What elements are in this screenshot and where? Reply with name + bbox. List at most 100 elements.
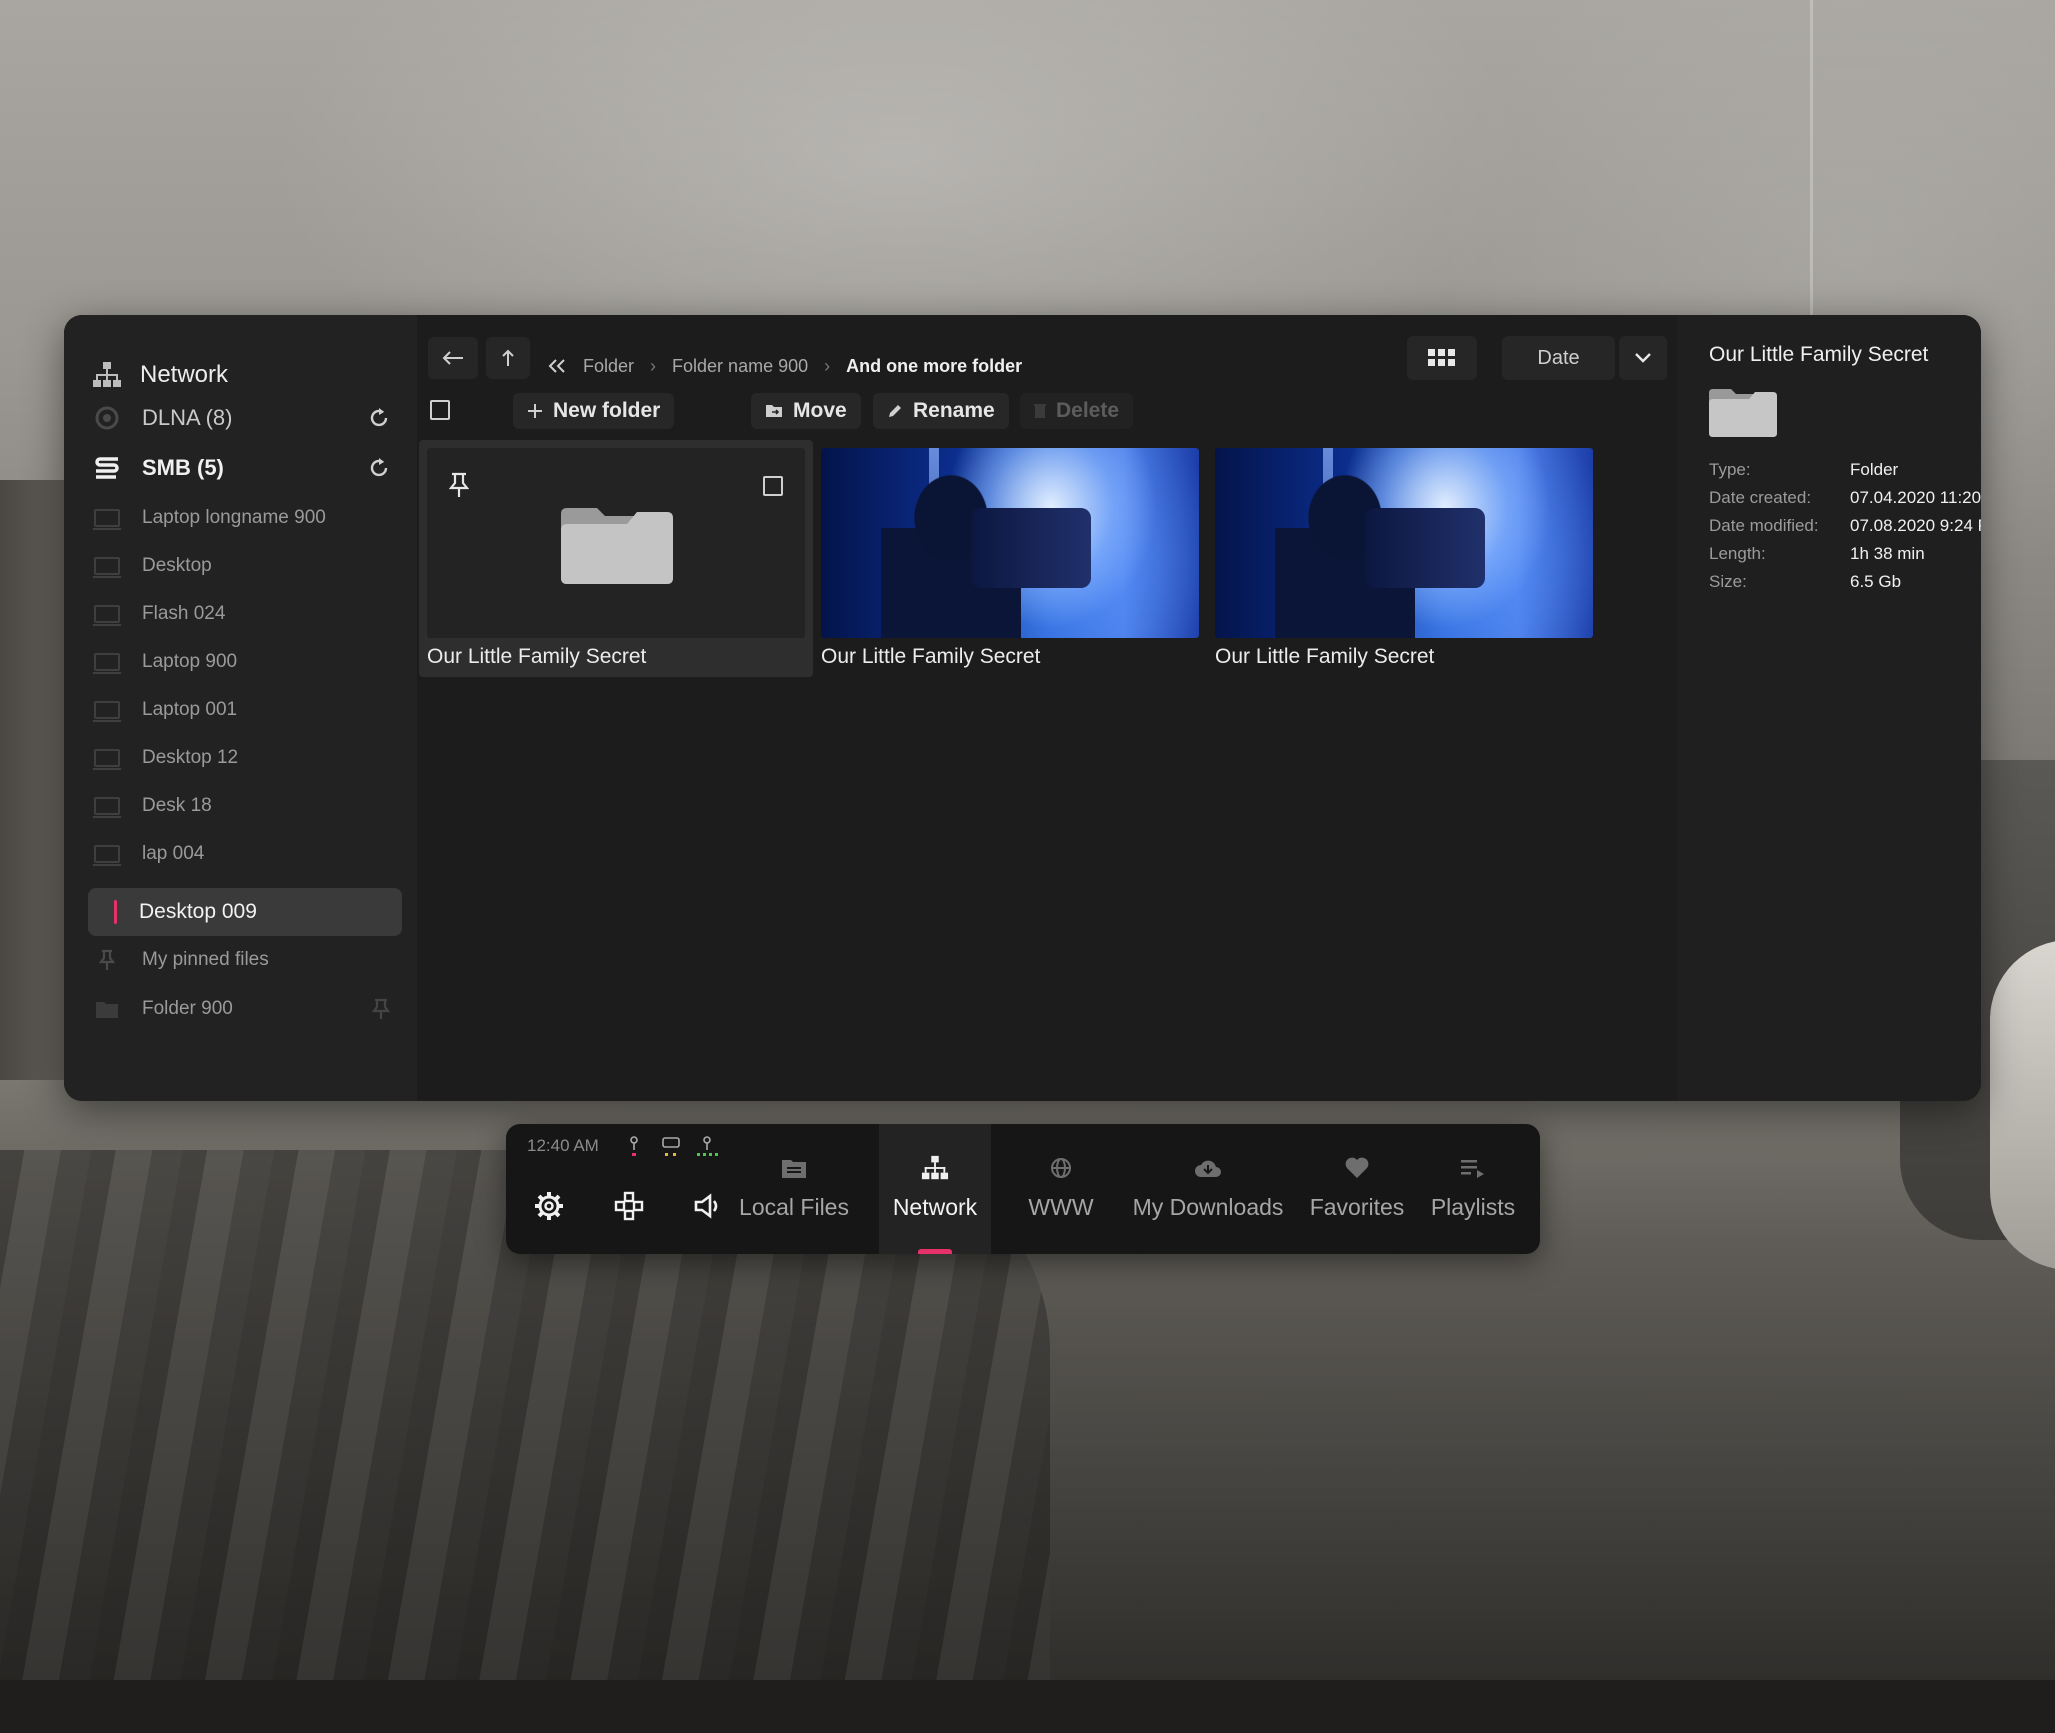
floor-shadow bbox=[0, 1680, 2055, 1733]
dlna-icon bbox=[92, 405, 122, 431]
sidebar-pinned-section[interactable]: My pinned files bbox=[92, 937, 392, 983]
tab-label: My Downloads bbox=[1132, 1194, 1284, 1220]
sidebar-item-device[interactable]: Desktop 12 bbox=[92, 735, 392, 781]
breadcrumb-current: And one more folder bbox=[846, 355, 1023, 376]
breadcrumb-item[interactable]: Folder name 900 bbox=[672, 356, 808, 377]
refresh-icon[interactable] bbox=[366, 455, 392, 481]
sort-label: Date bbox=[1537, 346, 1580, 369]
folder-icon bbox=[92, 996, 122, 1022]
selection-indicator bbox=[114, 900, 117, 924]
sidebar-item-device[interactable]: lap 004 bbox=[92, 831, 392, 877]
sidebar-item-device[interactable]: Laptop 001 bbox=[92, 687, 392, 733]
details-title: Our Little Family Secret bbox=[1709, 343, 1929, 366]
tab-www[interactable]: WWW bbox=[1006, 1124, 1116, 1254]
tab-label: Favorites bbox=[1309, 1194, 1405, 1220]
move-button[interactable]: Move bbox=[751, 393, 861, 429]
sidebar-item-dlna[interactable]: DLNA (8) bbox=[92, 395, 392, 441]
sidebar-item-device[interactable]: Desk 18 bbox=[92, 783, 392, 829]
clock: 12:40 AM bbox=[527, 1136, 599, 1155]
sort-select[interactable]: Date bbox=[1502, 336, 1615, 380]
active-tab-indicator bbox=[918, 1249, 952, 1254]
unpin-icon[interactable] bbox=[370, 998, 392, 1020]
item-checkbox[interactable] bbox=[763, 476, 783, 496]
detail-key: Size: bbox=[1709, 572, 1747, 591]
rename-button[interactable]: Rename bbox=[873, 393, 1009, 429]
laptop-icon bbox=[93, 845, 121, 866]
controller-battery-icon bbox=[697, 1136, 718, 1156]
tab-label: Network bbox=[892, 1194, 978, 1220]
sidebar-item-label: SMB (5) bbox=[142, 455, 224, 480]
tab-label: Playlists bbox=[1430, 1194, 1516, 1220]
breadcrumb: Folder › Folder name 900 › And one more … bbox=[547, 345, 1022, 387]
sidebar-item-pinned-folder[interactable]: Folder 900 bbox=[92, 986, 392, 1032]
refresh-icon[interactable] bbox=[366, 405, 392, 431]
sidebar-title: Network bbox=[140, 361, 229, 388]
laptop-icon bbox=[93, 557, 121, 578]
sidebar-item-label: DLNA (8) bbox=[142, 405, 233, 430]
folder-icon bbox=[561, 508, 673, 584]
detail-key: Date modified: bbox=[1709, 516, 1819, 535]
sidebar-item-device[interactable]: Laptop 900 bbox=[92, 639, 392, 685]
pin-icon bbox=[92, 947, 122, 973]
select-all-checkbox[interactable] bbox=[430, 400, 450, 420]
detail-value: 07.04.2020 11:20 AM bbox=[1850, 488, 1981, 507]
gear-icon bbox=[535, 1192, 563, 1220]
laptop-icon bbox=[93, 701, 121, 722]
laptop-icon bbox=[93, 653, 121, 674]
item-name: Our Little Family Secret bbox=[1215, 645, 1435, 668]
laptop-icon bbox=[93, 797, 121, 818]
laptop-icon bbox=[93, 509, 121, 530]
sidebar: Network DLNA (8) SMB (5) Laptop longname… bbox=[64, 315, 417, 1101]
sidebar-item-selected[interactable]: Desktop 009 bbox=[88, 888, 402, 936]
grid-item-video[interactable]: Our Little Family Secret bbox=[813, 440, 1207, 677]
tab-playlists[interactable]: Playlists bbox=[1418, 1124, 1528, 1254]
back-button[interactable] bbox=[428, 337, 478, 379]
laptop-icon bbox=[93, 749, 121, 770]
chevron-right-icon: › bbox=[824, 355, 831, 376]
delete-button[interactable]: Delete bbox=[1020, 393, 1134, 429]
controls-button[interactable] bbox=[607, 1184, 651, 1228]
breadcrumb-item[interactable]: Folder bbox=[583, 356, 634, 377]
tab-local-files[interactable]: Local Files bbox=[738, 1124, 850, 1254]
speaker-icon bbox=[694, 1193, 718, 1219]
detail-value: 6.5 Gb bbox=[1850, 572, 1902, 591]
tab-network[interactable]: Network bbox=[879, 1124, 991, 1254]
pencil-icon bbox=[887, 403, 903, 419]
sidebar-item-label: Laptop longname 900 bbox=[142, 507, 326, 528]
grid-view-button[interactable] bbox=[1407, 336, 1477, 380]
heart-icon bbox=[1345, 1157, 1369, 1178]
detail-key: Date created: bbox=[1709, 488, 1812, 507]
globe-icon bbox=[1051, 1158, 1071, 1178]
folder-icon bbox=[1709, 389, 1777, 437]
plus-icon bbox=[527, 403, 543, 419]
volume-button[interactable] bbox=[686, 1184, 730, 1228]
item-name: Our Little Family Secret bbox=[427, 645, 647, 668]
double-chevron-left-icon[interactable] bbox=[547, 358, 567, 374]
folder-thumbnail bbox=[427, 448, 805, 638]
gamepad-icon bbox=[614, 1191, 644, 1221]
settings-button[interactable] bbox=[527, 1184, 571, 1228]
wall-seam bbox=[1810, 0, 1813, 320]
action-bar: New folder Move Rename Delete bbox=[417, 393, 1677, 433]
sidebar-item-smb[interactable]: SMB (5) bbox=[92, 445, 392, 491]
item-name: Our Little Family Secret bbox=[821, 645, 1041, 668]
tab-label: Local Files bbox=[739, 1194, 849, 1220]
tab-my-downloads[interactable]: My Downloads bbox=[1118, 1124, 1298, 1254]
tab-favorites[interactable]: Favorites bbox=[1302, 1124, 1412, 1254]
sort-dropdown-button[interactable] bbox=[1619, 336, 1667, 380]
sidebar-item-label: My pinned files bbox=[142, 949, 269, 970]
sidebar-item-device[interactable]: Desktop bbox=[92, 543, 392, 589]
detail-value: 1h 38 min bbox=[1850, 544, 1925, 563]
up-button[interactable] bbox=[486, 337, 530, 379]
new-folder-button[interactable]: New folder bbox=[513, 393, 675, 429]
sidebar-item-device[interactable]: Laptop longname 900 bbox=[92, 495, 392, 541]
pin-icon[interactable] bbox=[449, 472, 469, 498]
sidebar-item-device[interactable]: Flash 024 bbox=[92, 591, 392, 637]
sidebar-item-label: Folder 900 bbox=[142, 998, 233, 1019]
chevron-down-icon bbox=[1635, 353, 1651, 363]
video-thumbnail bbox=[1215, 448, 1593, 638]
cloud-download-icon bbox=[1195, 1160, 1221, 1177]
grid-item-video[interactable]: Our Little Family Secret bbox=[1207, 440, 1601, 677]
sidebar-item-label: Desktop bbox=[142, 555, 212, 576]
grid-item-folder[interactable]: Our Little Family Secret bbox=[419, 440, 813, 677]
